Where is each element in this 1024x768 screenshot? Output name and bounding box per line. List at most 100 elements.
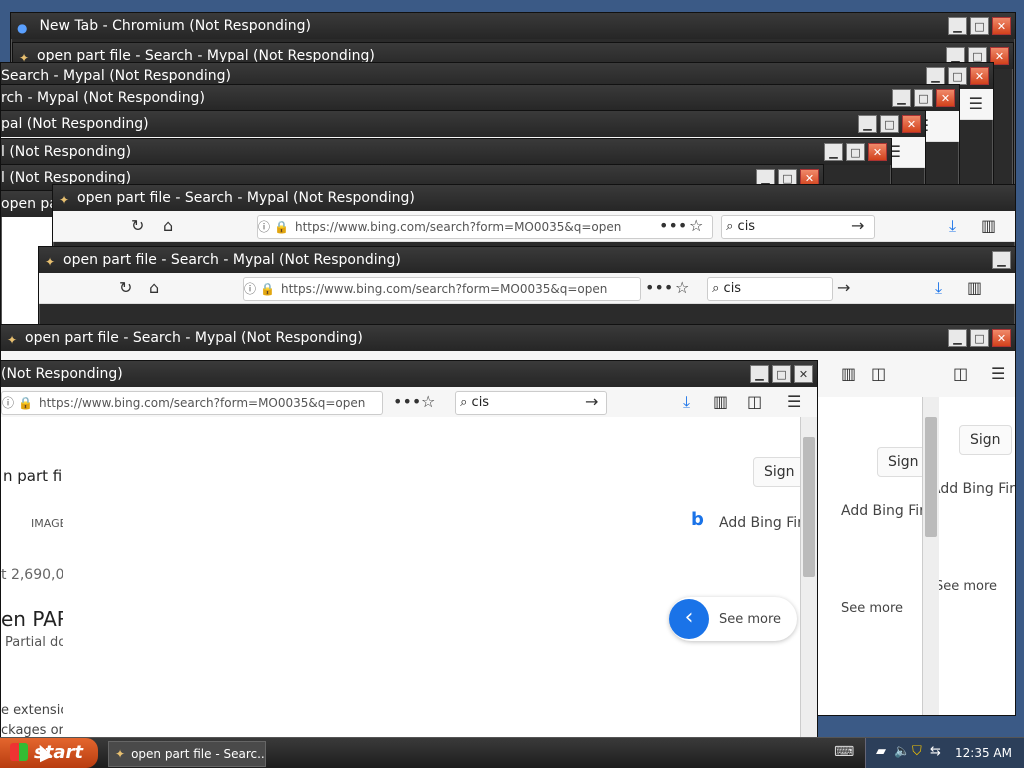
search-box[interactable]: ⌕ cis bbox=[707, 277, 833, 301]
menu-icon[interactable]: ☰ bbox=[991, 365, 1005, 383]
bookmark-star-icon[interactable]: ☆ bbox=[689, 217, 703, 235]
go-arrow-icon[interactable]: → bbox=[585, 393, 598, 411]
info-icon[interactable]: ⓘ bbox=[258, 220, 270, 234]
reload-icon[interactable]: ↻ bbox=[119, 279, 132, 297]
add-bing-link[interactable]: Add Bing Fir bbox=[719, 515, 803, 531]
url-bar[interactable]: ⓘ 🔒 https://www.bing.com/search?form=MO003… bbox=[257, 215, 713, 239]
windows-flag-icon bbox=[10, 743, 28, 761]
minimize-button[interactable]: ▁ bbox=[948, 17, 967, 35]
see-more-button[interactable]: ‹ See more bbox=[669, 597, 798, 641]
add-bing-link[interactable]: Add Bing Fir bbox=[931, 481, 1015, 497]
library-icon[interactable]: ▥ bbox=[981, 217, 996, 235]
maximize-button[interactable]: □ bbox=[880, 115, 899, 133]
close-button[interactable]: ✕ bbox=[936, 89, 955, 107]
maximize-button[interactable]: □ bbox=[914, 89, 933, 107]
minimize-button[interactable]: ▁ bbox=[992, 251, 1011, 269]
shield-icon[interactable]: ⛉ bbox=[912, 744, 922, 759]
sidebar-icon[interactable]: ◫ bbox=[747, 393, 762, 411]
menu-icon[interactable]: ☰ bbox=[969, 95, 983, 113]
window-titlebar[interactable]: rch - Mypal (Not Responding) bbox=[1, 85, 959, 111]
minimize-button[interactable]: ▁ bbox=[750, 365, 769, 383]
window-titlebar[interactable]: pal (Not Responding) bbox=[1, 111, 925, 137]
window-mypal-front[interactable]: (Not Responding) ▁ □ ✕ ⓘ 🔒 https://www.bing.… bbox=[0, 360, 818, 742]
go-arrow-icon[interactable]: → bbox=[837, 279, 850, 297]
minimize-button[interactable]: ▁ bbox=[824, 143, 843, 161]
volume-icon[interactable]: 🔈 bbox=[894, 744, 910, 759]
minimize-button[interactable]: ▁ bbox=[926, 67, 945, 85]
url-text: https://www.bing.com/search?form=MO0035&… bbox=[38, 396, 366, 410]
see-more-link[interactable]: See more bbox=[935, 579, 997, 594]
lock-icon: 🔒 bbox=[18, 396, 33, 410]
taskbar-item[interactable]: ✦ open part file - Searc... bbox=[108, 741, 266, 767]
sign-in-button[interactable]: Sign bbox=[959, 425, 1012, 455]
add-bing-link[interactable]: Add Bing Fir bbox=[841, 503, 925, 519]
window-title: Search - Mypal (Not Responding) bbox=[1, 68, 231, 84]
search-icon: ⌕ bbox=[722, 219, 738, 234]
sidebar-icon[interactable]: ◫ bbox=[871, 365, 886, 383]
maximize-button[interactable]: □ bbox=[970, 17, 989, 35]
minimize-button[interactable]: ▁ bbox=[858, 115, 877, 133]
window-titlebar[interactable]: ✦ open part file - Search - Mypal (Not Re… bbox=[1, 325, 1015, 351]
maximize-button[interactable]: □ bbox=[948, 67, 967, 85]
close-button[interactable]: ✕ bbox=[970, 67, 989, 85]
close-button[interactable]: ✕ bbox=[868, 143, 887, 161]
scrollbar-thumb[interactable] bbox=[925, 417, 937, 537]
menu-icon[interactable]: ☰ bbox=[787, 393, 801, 411]
close-button[interactable]: ✕ bbox=[902, 115, 921, 133]
window-controls: ▁ □ ✕ bbox=[926, 67, 989, 85]
maximize-button[interactable]: □ bbox=[970, 329, 989, 347]
download-icon[interactable]: ⤓ bbox=[683, 393, 690, 411]
library-icon[interactable]: ▥ bbox=[967, 279, 982, 297]
more-icon[interactable]: ••• bbox=[659, 217, 687, 235]
info-icon[interactable]: ⓘ bbox=[244, 282, 256, 296]
url-bar[interactable]: ⓘ 🔒 https://www.bing.com/search?form=MO003… bbox=[1, 391, 383, 415]
maximize-button[interactable]: □ bbox=[772, 365, 791, 383]
window-title: open part file - Search - Mypal (Not Res… bbox=[63, 252, 401, 268]
close-button[interactable]: ✕ bbox=[794, 365, 813, 383]
home-icon[interactable]: ⌂ bbox=[163, 217, 173, 235]
see-more-link[interactable]: See more bbox=[841, 601, 903, 616]
maximize-button[interactable]: □ bbox=[846, 143, 865, 161]
reload-icon[interactable]: ↻ bbox=[131, 217, 144, 235]
window-controls: ▁ □ ✕ bbox=[948, 17, 1011, 35]
search-icon: ⌕ bbox=[708, 281, 724, 296]
search-value: cis bbox=[471, 395, 490, 410]
window-titlebar[interactable]: (Not Responding) bbox=[1, 361, 817, 387]
go-arrow-icon[interactable]: → bbox=[851, 217, 864, 235]
search-value: cis bbox=[737, 219, 756, 234]
close-button[interactable]: ✕ bbox=[992, 17, 1011, 35]
close-button[interactable]: ✕ bbox=[992, 329, 1011, 347]
network-activity-icon[interactable]: ⇆ bbox=[930, 744, 941, 759]
sidebar-icon[interactable]: ◫ bbox=[953, 365, 968, 383]
mypal-icon: ✦ bbox=[7, 333, 18, 347]
bookmark-star-icon[interactable]: ☆ bbox=[421, 393, 435, 411]
keyboard-icon[interactable]: ⌨ bbox=[834, 744, 854, 760]
nav-toolbar: ⓘ 🔒 https://www.bing.com/search?form=MO003… bbox=[1, 387, 817, 418]
more-icon[interactable]: ••• bbox=[645, 279, 673, 297]
download-icon[interactable]: ⤓ bbox=[935, 279, 942, 297]
info-icon[interactable]: ⓘ bbox=[2, 396, 14, 410]
window-titlebar[interactable]: ● New Tab - Chromium (Not Responding) bbox=[11, 13, 1015, 39]
minimize-button[interactable]: ▁ bbox=[948, 329, 967, 347]
more-icon[interactable]: ••• bbox=[393, 393, 421, 411]
library-icon[interactable]: ▥ bbox=[841, 365, 856, 383]
window-titlebar[interactable]: ✦ open part file - Search - Mypal (Not Re… bbox=[53, 185, 1015, 211]
window-controls: ▁ □ ✕ bbox=[892, 89, 955, 107]
sign-in-button[interactable]: Sign bbox=[753, 457, 806, 487]
network-icon[interactable]: ▰ bbox=[876, 744, 886, 759]
url-bar[interactable]: ⓘ 🔒 https://www.bing.com/search?form=MO003… bbox=[243, 277, 641, 301]
window-titlebar[interactable]: ✦ open part file - Search - Mypal (Not Re… bbox=[39, 247, 1015, 273]
download-icon[interactable]: ⤓ bbox=[949, 217, 956, 235]
bookmark-star-icon[interactable]: ☆ bbox=[675, 279, 689, 297]
url-text: https://www.bing.com/search?form=MO0035&… bbox=[294, 220, 622, 234]
scrollbar-thumb[interactable] bbox=[803, 437, 815, 577]
window-controls: ▁ □ ✕ bbox=[824, 143, 887, 161]
clock[interactable]: 12:35 AM bbox=[955, 738, 1012, 768]
tab-images[interactable]: IMAGE bbox=[31, 517, 67, 530]
minimize-button[interactable]: ▁ bbox=[892, 89, 911, 107]
scrollbar[interactable] bbox=[800, 417, 817, 741]
library-icon[interactable]: ▥ bbox=[713, 393, 728, 411]
home-icon[interactable]: ⌂ bbox=[149, 279, 159, 297]
scrollbar[interactable] bbox=[922, 397, 939, 715]
window-titlebar[interactable]: l (Not Responding) bbox=[1, 139, 891, 165]
